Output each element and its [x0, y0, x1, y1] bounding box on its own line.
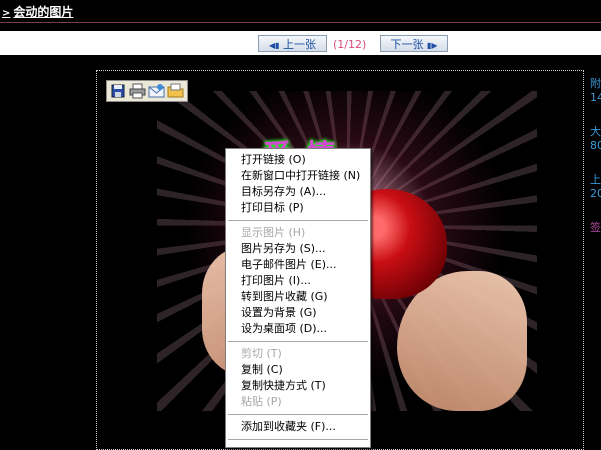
- folder-icon[interactable]: [167, 83, 184, 99]
- menu-separator: [228, 341, 368, 342]
- menu-item-cut: 剪切 (T): [241, 347, 282, 360]
- header-bar: > 会动的图片: [0, 0, 601, 23]
- menu-item-show-picture: 显示图片 (H): [241, 226, 306, 239]
- menu-item-print-picture[interactable]: 打印图片 (I)...: [226, 273, 370, 289]
- menu-item-open-link[interactable]: 打开链接 (O): [226, 152, 370, 168]
- menu-separator: [228, 220, 368, 221]
- page-title-text: 会动的图片: [13, 5, 74, 19]
- info-line: 上: [590, 173, 601, 186]
- save-icon[interactable]: [110, 83, 127, 99]
- menu-item-set-as-desktop-item[interactable]: 设为桌面项 (D)...: [226, 321, 370, 337]
- menu-item-open-link-new-window[interactable]: 在新窗口中打开链接 (N): [226, 168, 370, 184]
- next-label: 下一张: [390, 38, 424, 51]
- info-line: [590, 203, 601, 219]
- prev-button[interactable]: ◀▮ 上一张: [258, 35, 327, 52]
- skip-back-icon: ◀▮: [268, 41, 280, 50]
- print-icon[interactable]: [129, 83, 146, 99]
- info-line: 14: [590, 91, 601, 104]
- menu-item-set-as-background[interactable]: 设置为背景 (G): [226, 305, 370, 321]
- menu-item-print-target[interactable]: 打印目标 (P): [226, 200, 370, 216]
- menu-item-copy[interactable]: 复制 (C): [226, 362, 370, 378]
- email-icon[interactable]: [148, 83, 165, 99]
- info-line: 20: [590, 187, 601, 200]
- info-line: 大: [590, 125, 601, 138]
- prev-label: 上一张: [283, 38, 317, 51]
- menu-item-add-to-favorites[interactable]: 添加到收藏夹 (F)...: [226, 419, 370, 435]
- menu-item-copy-shortcut[interactable]: 复制快捷方式 (T): [226, 378, 370, 394]
- skip-forward-icon: ▮▶: [426, 41, 438, 50]
- info-line: 80: [590, 139, 601, 152]
- menu-item-email-picture[interactable]: 电子邮件图片 (E)...: [226, 257, 370, 273]
- page-indicator: (1/12): [333, 38, 367, 51]
- page-title: > 会动的图片: [2, 3, 73, 20]
- navigation-strip: ◀▮ 上一张 (1/12) 下一张 ▮▶: [0, 31, 601, 55]
- menu-item-paste: 粘贴 (P): [241, 395, 282, 408]
- context-menu: 打开链接 (O) 在新窗口中打开链接 (N) 目标另存为 (A)... 打印目标…: [225, 148, 371, 448]
- image-toolbar: [106, 80, 188, 102]
- info-line: [590, 107, 601, 123]
- info-line: 附: [590, 77, 601, 90]
- arrow-icon: >: [2, 8, 11, 19]
- menu-item-save-target-as[interactable]: 目标另存为 (A)...: [226, 184, 370, 200]
- menu-separator: [228, 414, 368, 415]
- next-button[interactable]: 下一张 ▮▶: [380, 35, 448, 52]
- menu-item-go-to-my-pictures[interactable]: 转到图片收藏 (G): [226, 289, 370, 305]
- info-line: [590, 155, 601, 171]
- info-column: 附 14 大 80 上 20 签: [590, 75, 601, 235]
- info-line: 签: [590, 221, 601, 234]
- menu-item-save-picture-as[interactable]: 图片另存为 (S)...: [226, 241, 370, 257]
